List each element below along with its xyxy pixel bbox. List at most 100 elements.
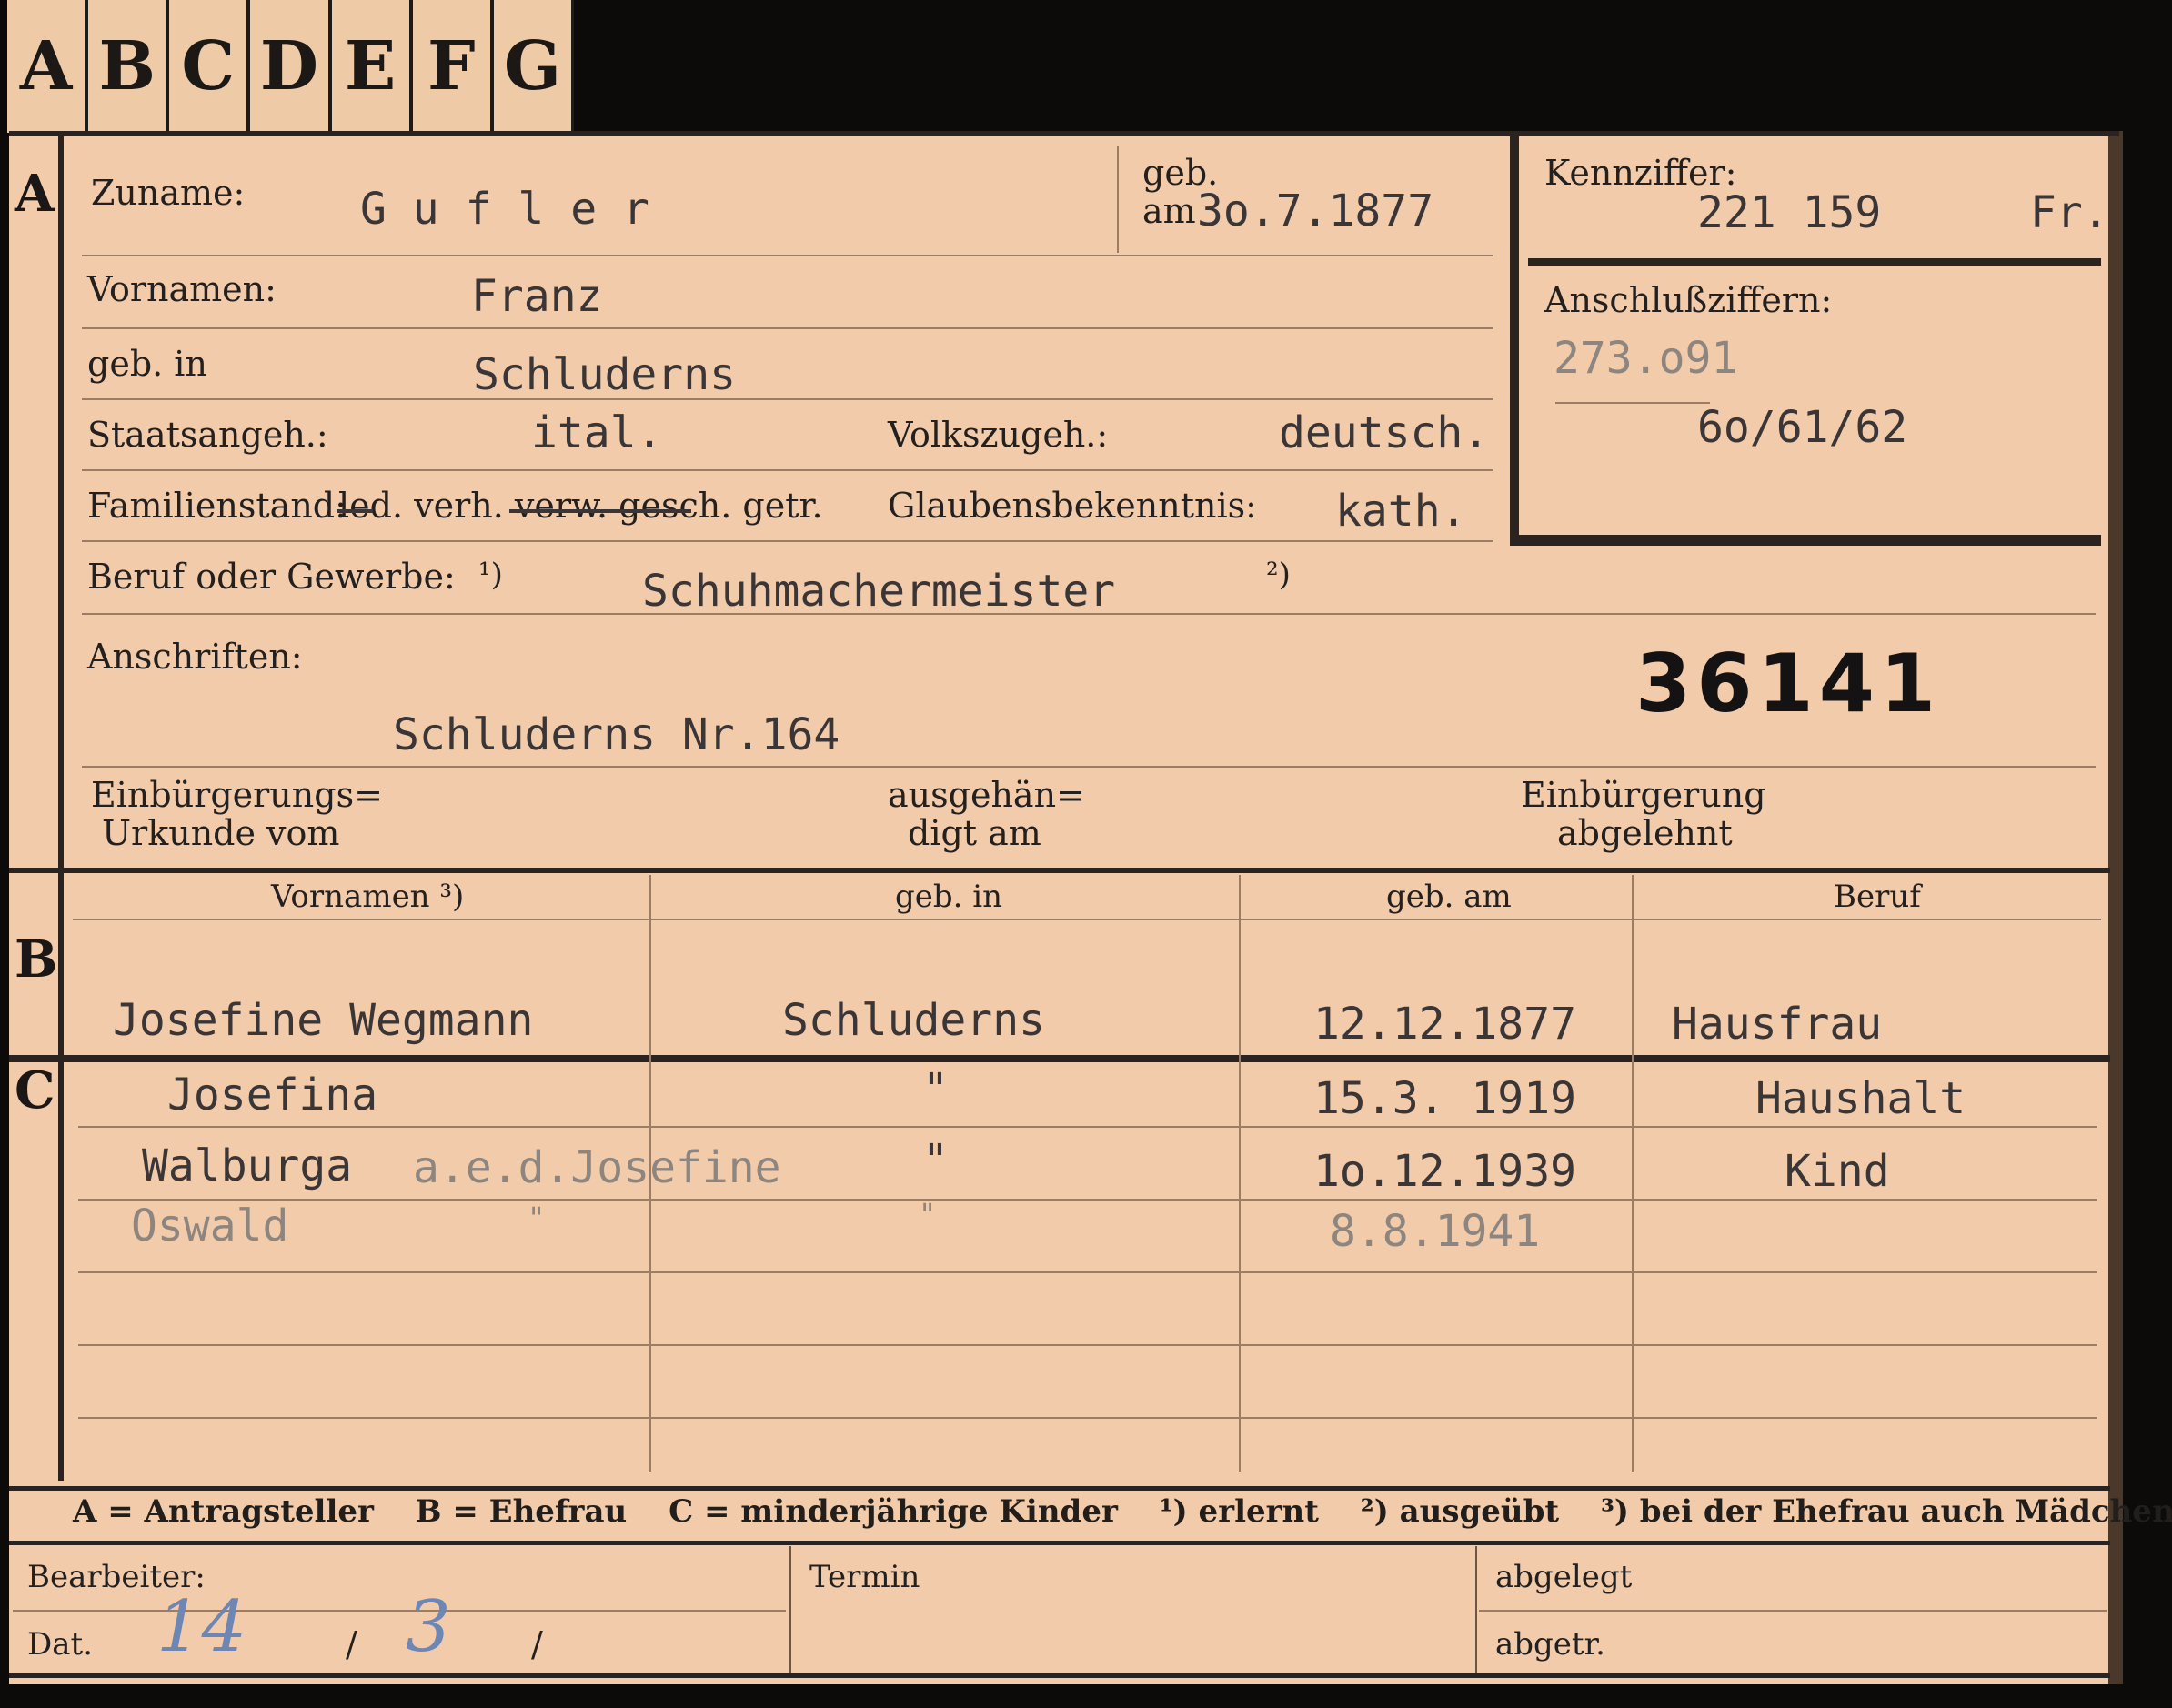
date-separator-2: / (531, 1624, 543, 1664)
einbuergerung-abgelehnt-line1: Einbürgerung (1521, 775, 1766, 815)
zuname-value: G u f l e r (360, 184, 649, 235)
section-a-mark: A (15, 164, 55, 224)
einbuergerung-urkunde-line1: Einbürgerungs= (91, 775, 383, 815)
child-geb-am: 1o.12.1939 (1313, 1146, 1576, 1197)
tab-c[interactable]: C (169, 0, 251, 133)
child-beruf: Kind (1785, 1146, 1890, 1197)
header-vornamen: Vornamen ³) (271, 879, 465, 915)
staatsangeh-value: ital. (531, 407, 663, 458)
left-margin-rule (58, 131, 64, 1481)
col-divider-3 (1632, 875, 1634, 1472)
section-c-mark: C (15, 1060, 55, 1120)
header-beruf: Beruf (1834, 879, 1921, 915)
footer-divider-2 (1475, 1546, 1477, 1673)
col-divider-2 (1239, 875, 1241, 1472)
beruf-note-2: ²) (1266, 557, 1291, 593)
zuname-label: Zuname: (91, 173, 246, 213)
registration-card: A B C D E F G A B C Zuname: G u f l e r … (0, 0, 2172, 1708)
top-rule (9, 131, 2119, 136)
geb-am-label: am (1142, 191, 1196, 231)
glaubens-label: Glaubensbekenntnis: (888, 486, 1257, 526)
legend: A = Antragsteller B = Ehefrau C = minder… (73, 1493, 2172, 1530)
vornamen-label: Vornamen: (87, 269, 277, 309)
line-anschriften (82, 766, 2096, 768)
header-geb-am: geb. am (1386, 879, 1512, 915)
kennziffer-box-left (1510, 136, 1519, 544)
child-geb-in: " (922, 1064, 949, 1115)
dat-label: Dat. (27, 1626, 94, 1663)
child-line-3 (78, 1271, 2097, 1273)
section-b-mark: B (15, 929, 58, 990)
line-zuname (82, 255, 1493, 256)
child-name: Walburga (142, 1140, 353, 1191)
tab-b[interactable]: B (88, 0, 170, 133)
tab-g[interactable]: G (494, 0, 571, 133)
beruf-label: Beruf oder Gewerbe: (87, 557, 456, 597)
volkszugeh-value: deutsch. (1279, 407, 1490, 458)
legend-top-rule (9, 1486, 2110, 1491)
legend-b: B = Ehefrau (415, 1493, 628, 1530)
einbuergerung-abgelehnt-line2: abgelehnt (1557, 813, 1733, 853)
familienstand-label: Familienstand: (87, 486, 347, 526)
line-anschluss (1555, 402, 1710, 404)
footer-divider-1 (789, 1546, 791, 1673)
section-b-rule (9, 868, 2110, 873)
tab-f[interactable]: F (413, 0, 494, 133)
child-line-4 (78, 1344, 2097, 1346)
spouse-geb-am: 12.12.1877 (1313, 999, 1576, 1050)
geb-date-value: 3o.7.1877 (1197, 186, 1434, 236)
child-geb-am: 15.3. 1919 (1313, 1073, 1576, 1124)
date-separator-1: / (346, 1624, 357, 1664)
beruf-value: Schuhmachermeister (642, 566, 1116, 617)
tab-a[interactable]: A (7, 0, 89, 133)
spouse-beruf: Hausfrau (1672, 999, 1883, 1050)
strike-verw-gesch (509, 509, 691, 513)
handwritten-day: 14 (156, 1586, 247, 1668)
legend-a: A = Antragsteller (73, 1493, 374, 1530)
child-line-5 (78, 1417, 2097, 1419)
staatsangeh-label: Staatsangeh.: (87, 415, 328, 455)
ausgehaendigt-line1: ausgehän= (888, 775, 1085, 815)
child-geb-in: " (922, 1135, 949, 1186)
stamp-number: 36141 (1635, 637, 1942, 730)
einbuergerung-urkunde-line2: Urkunde vom (102, 813, 340, 853)
tab-e[interactable]: E (332, 0, 413, 133)
ausgehaendigt-line2: digt am (908, 813, 1041, 853)
volkszugeh-label: Volkszugeh.: (888, 415, 1109, 455)
line-staatsangeh (82, 469, 1493, 471)
table-header-line (73, 919, 2101, 920)
legend-note-1: ¹) erlernt (1159, 1493, 1319, 1530)
geb-divider (1117, 146, 1119, 253)
tab-d[interactable]: D (250, 0, 332, 133)
header-geb-in: geb. in (895, 879, 1003, 915)
legend-c: C = minderjährige Kinder (669, 1493, 1118, 1530)
child-line-2 (78, 1199, 2097, 1201)
line-geb-in (82, 398, 1493, 400)
section-c-rule (9, 1055, 2110, 1062)
spouse-geb-in: Schluderns (782, 995, 1045, 1046)
spouse-name: Josefine Wegmann (113, 995, 534, 1046)
line-familienstand (82, 540, 1493, 542)
bottom-rule (9, 1673, 2110, 1678)
familienstand-options: led. verh. verw. gesch. getr. (338, 486, 823, 526)
child-beruf: Haushalt (1755, 1073, 1966, 1124)
anschriften-value: Schluderns Nr.164 (393, 709, 840, 760)
footer-line-right (1479, 1610, 2107, 1612)
handwritten-month: 3 (406, 1586, 451, 1668)
kennziffer-suffix: Fr. (2030, 187, 2109, 238)
child-name-ditto: " (528, 1201, 546, 1235)
footer-line-left (13, 1610, 786, 1612)
anschluss-value-2: 6o/61/62 (1697, 402, 1908, 453)
legend-bottom-rule (9, 1541, 2110, 1545)
abgetr-label: abgetr. (1495, 1626, 1605, 1663)
beruf-note-1: ¹) (478, 557, 503, 593)
card-right-edge (2108, 131, 2123, 1684)
strike-led (337, 509, 373, 513)
child-line-1 (78, 1126, 2097, 1128)
kennziffer-divider (1528, 258, 2101, 266)
legend-note-2: ²) ausgeübt (1360, 1493, 1560, 1530)
abgelegt-label: abgelegt (1495, 1559, 1633, 1595)
kennziffer-value: 221 159 (1697, 187, 1882, 238)
anschluss-label: Anschlußziffern: (1544, 280, 1833, 320)
line-vornamen (82, 327, 1493, 329)
